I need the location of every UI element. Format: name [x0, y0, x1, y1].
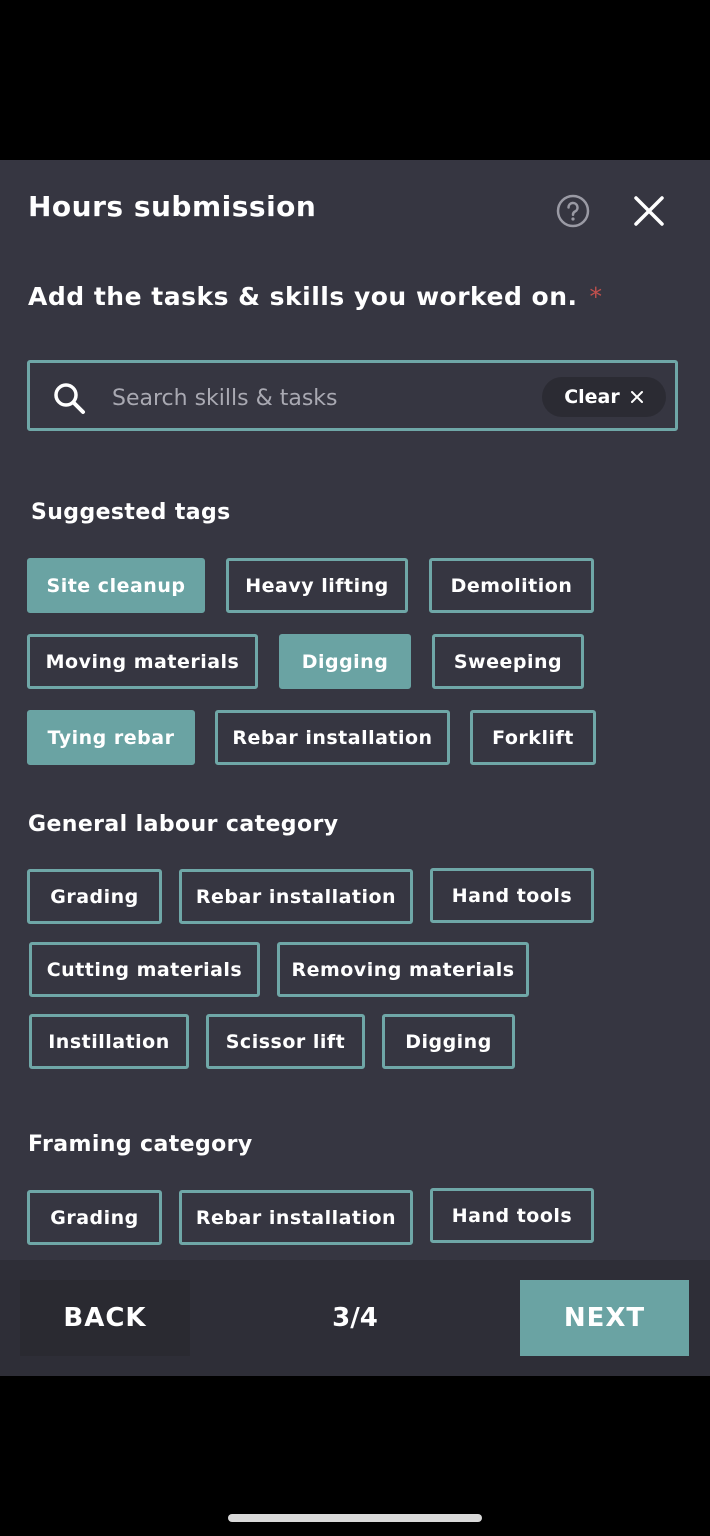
tag-hand-tools[interactable]: Hand tools — [430, 868, 594, 923]
tag-rebar-installation[interactable]: Rebar installation — [179, 1190, 413, 1245]
tag-cutting-materials[interactable]: Cutting materials — [29, 942, 260, 997]
framing-title: Framing category — [28, 1132, 253, 1157]
tag-tying-rebar[interactable]: Tying rebar — [27, 710, 195, 765]
tag-removing-materials[interactable]: Removing materials — [277, 942, 529, 997]
tag-scissor-lift[interactable]: Scissor lift — [206, 1014, 365, 1069]
tasks-prompt: Add the tasks & skills you worked on. * — [28, 282, 603, 311]
question-circle-icon[interactable] — [556, 194, 590, 228]
x-small-icon — [630, 391, 643, 403]
tag-sweeping[interactable]: Sweeping — [432, 634, 584, 689]
tag-forklift[interactable]: Forklift — [470, 710, 596, 765]
tag-grading[interactable]: Grading — [27, 1190, 162, 1245]
tag-site-cleanup[interactable]: Site cleanup — [27, 558, 205, 613]
general-labour-title: General labour category — [28, 812, 339, 837]
search-box: Clear — [27, 360, 678, 431]
hours-submission-sheet: Hours submission Add the tasks & skills … — [0, 160, 710, 1376]
clear-button[interactable]: Clear — [542, 377, 666, 417]
next-button[interactable]: NEXT — [520, 1280, 689, 1356]
home-indicator[interactable] — [228, 1514, 482, 1522]
step-indicator: 3/4 — [332, 1303, 378, 1333]
tag-moving-materials[interactable]: Moving materials — [27, 634, 258, 689]
page-title: Hours submission — [28, 190, 317, 223]
tag-demolition[interactable]: Demolition — [429, 558, 594, 613]
tag-digging[interactable]: Digging — [279, 634, 411, 689]
tag-digging[interactable]: Digging — [382, 1014, 515, 1069]
clear-label: Clear — [564, 386, 620, 408]
tag-hand-tools[interactable]: Hand tools — [430, 1188, 594, 1243]
search-icon — [54, 383, 85, 414]
back-button[interactable]: BACK — [20, 1280, 190, 1356]
tag-grading[interactable]: Grading — [27, 869, 162, 924]
search-input[interactable] — [110, 377, 534, 419]
footer-nav: BACK 3/4 NEXT — [0, 1260, 710, 1376]
tag-rebar-installation[interactable]: Rebar installation — [179, 869, 413, 924]
required-mark: * — [589, 282, 603, 311]
close-icon[interactable] — [630, 192, 668, 230]
tag-heavy-lifting[interactable]: Heavy lifting — [226, 558, 408, 613]
suggested-tags-title: Suggested tags — [31, 500, 231, 525]
tag-instillation[interactable]: Instillation — [29, 1014, 189, 1069]
tag-rebar-installation[interactable]: Rebar installation — [215, 710, 450, 765]
prompt-text: Add the tasks & skills you worked on. — [28, 282, 578, 311]
